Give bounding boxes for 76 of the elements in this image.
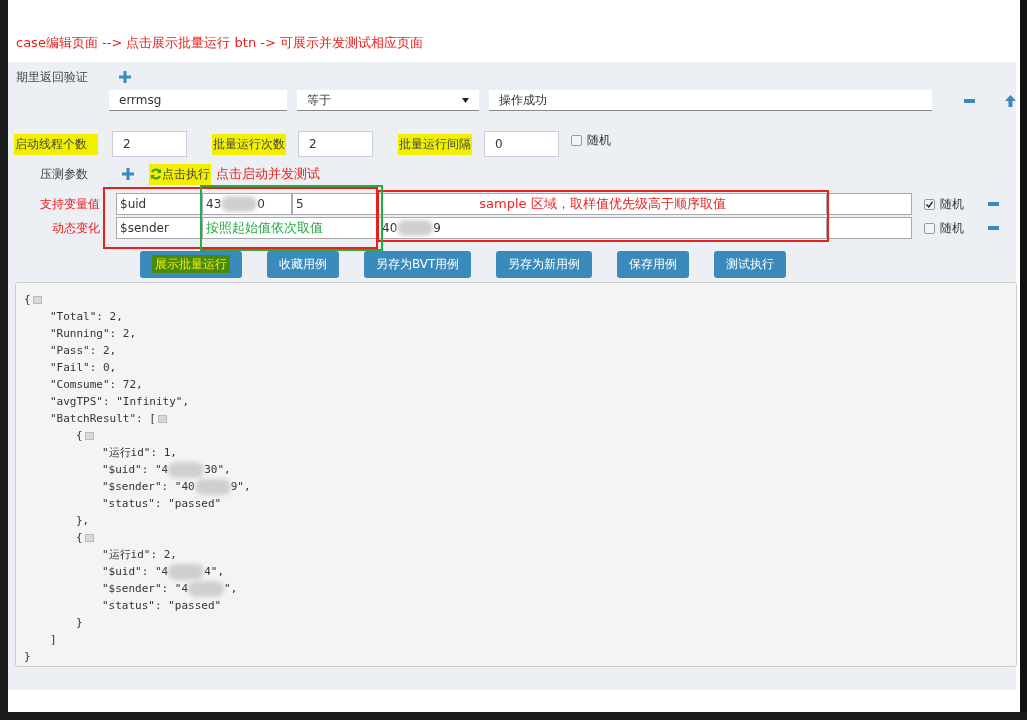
action-button[interactable]: 保存用例: [617, 251, 690, 278]
collapse-icon[interactable]: [84, 533, 94, 542]
checkbox[interactable]: [571, 134, 582, 146]
json-line: }: [24, 649, 32, 665]
redaction-blur: [168, 461, 205, 478]
action-button[interactable]: 测试执行: [714, 251, 787, 278]
json-line: "Total": 2,: [50, 309, 124, 325]
json-line: {: [76, 427, 1016, 444]
field-label: 批量运行次数: [212, 133, 286, 155]
json-line: "Running": 2,: [50, 326, 138, 342]
json-line: "Pass": 2,: [50, 343, 118, 359]
action-button[interactable]: 收藏用例: [267, 251, 339, 278]
hint-text: 点击启动并发测试: [215, 165, 321, 183]
collapse-icon[interactable]: [84, 431, 94, 440]
input-field[interactable]: 43 0: [202, 193, 292, 215]
json-line: "status": "passed": [102, 598, 223, 614]
json-line: "运行id": 1,: [102, 445, 178, 461]
json-line: "$sender": "40 9",: [102, 478, 252, 495]
caret-icon: [462, 97, 470, 103]
check-icon: [926, 200, 933, 208]
json-line: "Comsume": 72,: [50, 377, 144, 393]
checkbox[interactable]: [924, 222, 935, 234]
select-field[interactable]: 等于: [297, 90, 480, 111]
json-line: "$uid": "4 30",: [102, 461, 232, 478]
json-line: {: [24, 291, 1016, 308]
plus-icon[interactable]: [119, 71, 131, 83]
json-line: {: [76, 529, 1016, 546]
json-line: ]: [50, 632, 58, 648]
redaction-blur: [194, 478, 231, 495]
json-line: }: [76, 615, 84, 631]
redaction-blur: [397, 220, 434, 236]
field-label: 启动线程个数: [14, 133, 98, 155]
input-field[interactable]: 5: [292, 193, 378, 215]
input-field[interactable]: errmsg: [109, 90, 288, 111]
input-field[interactable]: [827, 217, 912, 239]
redaction-blur: [168, 563, 205, 580]
json-line: "Fail": 0,: [50, 360, 118, 376]
arrow-up-icon[interactable]: [1005, 94, 1016, 107]
row-label: 支持变量值: [39, 195, 101, 213]
input-field[interactable]: [827, 193, 912, 215]
json-line: "BatchResult": [: [50, 410, 1016, 427]
redaction-blur: [221, 196, 258, 212]
json-line: "status": "passed": [102, 496, 223, 512]
input-field[interactable]: 0: [484, 131, 559, 157]
field-label: 期里返回验证: [15, 69, 89, 86]
redaction-blur: [188, 580, 225, 597]
run-link[interactable]: 点击执行: [149, 163, 211, 185]
annotation-note: sample 区域，取样值优先级高于顺序取值: [378, 193, 827, 215]
field-label: 批量运行间隔: [398, 133, 472, 155]
json-line: "$uid": "4 4",: [102, 563, 226, 580]
minus-icon[interactable]: [964, 98, 976, 103]
input-field[interactable]: 40 9: [378, 217, 827, 239]
collapse-icon[interactable]: [157, 414, 167, 423]
checkbox-label: 随机: [940, 195, 964, 213]
json-line: "avgTPS": "Infinity",: [50, 394, 191, 410]
input-field[interactable]: 操作成功: [489, 90, 933, 111]
action-button[interactable]: 展示批量运行: [140, 251, 242, 278]
action-button[interactable]: 另存为BVT用例: [364, 251, 472, 278]
plus-icon[interactable]: [122, 168, 134, 180]
field-label: 压测参数: [39, 165, 89, 183]
json-line: "运行id": 2,: [102, 547, 178, 563]
annotation-title: case编辑页面 --> 点击展示批量运行 btn -> 可展示并发测试相应页面: [15, 34, 424, 52]
input-field[interactable]: 2: [298, 131, 373, 157]
collapse-icon[interactable]: [32, 295, 42, 304]
checkbox-label: 随机: [940, 219, 964, 237]
refresh-icon: [150, 168, 162, 180]
input-field[interactable]: 2: [112, 131, 187, 157]
json-line: },: [76, 513, 91, 529]
input-field[interactable]: $uid: [116, 193, 202, 215]
input-field[interactable]: $sender: [116, 217, 202, 239]
checkbox-label: 随机: [587, 131, 611, 149]
action-button[interactable]: 另存为新用例: [496, 251, 593, 278]
json-line: "$sender": "4 ",: [102, 580, 239, 597]
annotation-note: 按照起始值依次取值: [202, 217, 378, 239]
row-label: 动态变化: [51, 219, 101, 237]
checkbox[interactable]: [924, 198, 935, 210]
